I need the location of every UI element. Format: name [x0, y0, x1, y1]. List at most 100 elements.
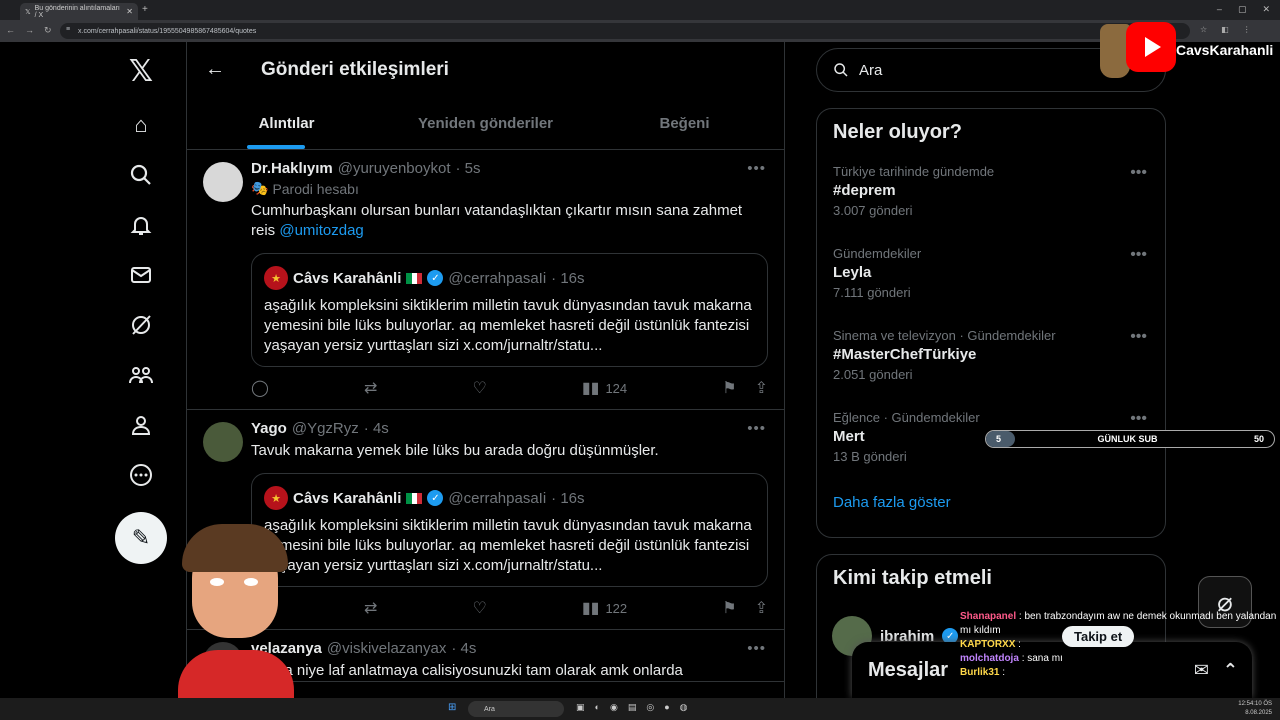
views-count: 124 [605, 380, 628, 396]
grok-icon[interactable] [122, 306, 160, 344]
start-windows-icon[interactable]: ⊞ [448, 702, 456, 713]
trend-item[interactable]: Sinema ve televizyon · Gündemdekiler #Ma… [817, 320, 1165, 402]
like-heart-icon[interactable]: ♡ [472, 598, 486, 618]
post-author-handle[interactable]: @YgzRyz [292, 420, 359, 437]
share-icon[interactable]: ⇪ [755, 598, 768, 618]
trend-more-icon[interactable]: ••• [1130, 410, 1147, 428]
post-time[interactable]: · 4s [364, 420, 389, 437]
trend-more-icon[interactable]: ••• [1130, 246, 1147, 264]
trend-item[interactable]: Gündemdekiler Leyla 7.111 gönderi ••• [817, 238, 1165, 320]
chat-text: : [1002, 667, 1006, 678]
back-icon[interactable]: ← [6, 25, 15, 36]
browser-tab[interactable]: 𝕏 Bu gönderinin alıntılamaları / X ✕ [20, 3, 138, 20]
trend-category: Türkiye tarihinde gündemde [833, 164, 995, 179]
reload-icon[interactable]: ↻ [44, 25, 52, 36]
taskbar-clock[interactable]: 12:54:10 ÖS 8.08.2025 [1238, 700, 1272, 718]
search-input[interactable] [859, 61, 1119, 79]
home-icon[interactable]: ⌂ [122, 106, 160, 144]
obs-icon[interactable]: ◍ [680, 702, 688, 713]
post-time[interactable]: · 5s [456, 160, 481, 177]
messages-envelope-icon[interactable] [122, 256, 160, 294]
messages-label: Mesajlar [868, 658, 949, 681]
sub-current: 5 [996, 434, 1002, 444]
taskbar-search[interactable]: Ara [468, 701, 564, 717]
views-chart-icon: ▮▮ [581, 380, 600, 397]
italy-flag-icon [406, 272, 423, 284]
chat-message: KAPTORXX : [960, 638, 1280, 652]
explore-search-icon[interactable] [122, 156, 160, 194]
views-button[interactable]: ▮▮ 122 [582, 598, 627, 618]
post-time[interactable]: · 4s [451, 640, 476, 657]
close-tab-icon[interactable]: ✕ [126, 7, 133, 16]
chat-message: Shanapanel : ben trabzondayım aw ne deme… [960, 610, 1280, 638]
feather-icon: ✎ [131, 525, 151, 550]
verified-badge-icon: ✓ [427, 270, 444, 286]
chat-text: : [1018, 639, 1021, 650]
edge-icon[interactable]: ◐ [595, 702, 600, 713]
forward-icon[interactable]: → [25, 25, 34, 36]
tab-quotes[interactable]: Alıntılar [187, 97, 386, 149]
quoted-author-name: Câvs Karahânli [293, 269, 402, 287]
folder-icon[interactable]: ▤ [628, 702, 637, 713]
post-text: onlara niye laf anlatmaya calisiyosunuzk… [251, 662, 683, 679]
trend-category: Sinema ve televizyon · Gündemdekiler [833, 328, 1056, 343]
post-author-handle[interactable]: @viskivelazanyax [327, 640, 446, 657]
close-window-icon[interactable]: ✕ [1262, 4, 1270, 15]
like-heart-icon[interactable]: ♡ [472, 378, 486, 398]
address-bar[interactable]: ≡ x.com/cerrahpasali/status/195550498586… [60, 23, 1190, 39]
post-author-handle[interactable]: @yuruyenboykot [338, 160, 451, 177]
back-arrow-icon[interactable]: ← [205, 58, 225, 81]
views-button[interactable]: ▮▮ 124 [582, 378, 627, 398]
stream-chat: Shanapanel : ben trabzondayım aw ne deme… [960, 610, 1280, 680]
eye-shape [210, 578, 224, 586]
post-item[interactable]: Dr.Haklıyım @yuruyenboykot · 5s ••• 🎭 Pa… [187, 150, 784, 410]
chat-message: molchatdoja : sana mı [960, 652, 1280, 666]
more-circle-icon[interactable] [122, 456, 160, 494]
x-logo-icon[interactable]: 𝕏 [122, 52, 160, 90]
bookmark-icon[interactable]: ⚑ [722, 378, 736, 398]
avatar[interactable] [203, 162, 243, 202]
bookmark-icon[interactable]: ⚑ [722, 598, 736, 618]
show-more-link[interactable]: Daha fazla göster [817, 484, 1165, 521]
mention-link[interactable]: @umitozdag [279, 222, 363, 239]
new-tab-icon[interactable]: + [142, 4, 148, 15]
post-more-icon[interactable]: ••• [747, 640, 766, 657]
communities-icon[interactable] [122, 356, 160, 394]
trend-name: #deprem [833, 182, 896, 199]
share-icon[interactable]: ⇪ [755, 378, 768, 398]
channel-name: CavsKarahanli [1176, 42, 1274, 58]
spotify-icon[interactable]: ● [664, 702, 669, 713]
maximize-icon[interactable]: ▢ [1238, 4, 1247, 15]
sub-goal: 50 [1253, 434, 1264, 444]
repost-icon[interactable]: ⇄ [364, 598, 377, 618]
repost-icon[interactable]: ⇄ [364, 378, 377, 398]
site-info-icon[interactable]: ≡ [66, 26, 70, 33]
profile-icon[interactable] [122, 406, 160, 444]
avatar[interactable] [203, 422, 243, 462]
reply-icon[interactable]: ◯ [251, 378, 269, 398]
post-more-icon[interactable]: ••• [747, 420, 766, 437]
quoted-author-name: Câvs Karahânli [293, 489, 402, 507]
minimize-icon[interactable]: – [1217, 4, 1222, 15]
quoted-post[interactable]: ★ Câvs Karahânli ✓ @cerrahpasaIi · 16s a… [251, 473, 768, 587]
compose-post-button[interactable]: ✎ [115, 512, 167, 564]
youtube-logo-icon [1126, 22, 1176, 72]
quoted-author-handle: @cerrahpasaIi [448, 489, 547, 507]
trend-item[interactable]: Türkiye tarihinde gündemde #deprem 3.007… [817, 156, 1165, 238]
tab-reposts[interactable]: Yeniden gönderiler [386, 97, 585, 149]
tab-likes[interactable]: Beğeni [585, 97, 784, 149]
trend-more-icon[interactable]: ••• [1130, 328, 1147, 346]
quoted-post[interactable]: ★ Câvs Karahânli ✓ @cerrahpasaIi · 16s a… [251, 253, 768, 367]
search-icon [834, 63, 848, 77]
right-sidebar: Neler oluyor? Türkiye tarihinde gündemde… [816, 42, 1166, 714]
notifications-bell-icon[interactable] [122, 206, 160, 244]
address-text: x.com/cerrahpasali/status/19555049858674… [78, 27, 257, 35]
file-explorer-icon[interactable]: ▣ [576, 702, 585, 713]
window-controls: – ▢ ✕ [1217, 4, 1270, 15]
trend-more-icon[interactable]: ••• [1130, 164, 1147, 182]
chrome-icon[interactable]: ◉ [610, 702, 618, 713]
post-author-name[interactable]: Dr.Haklıyım [251, 160, 333, 177]
app-icon[interactable]: ◎ [646, 702, 654, 713]
post-more-icon[interactable]: ••• [747, 160, 766, 177]
post-author-name[interactable]: Yago [251, 420, 287, 437]
